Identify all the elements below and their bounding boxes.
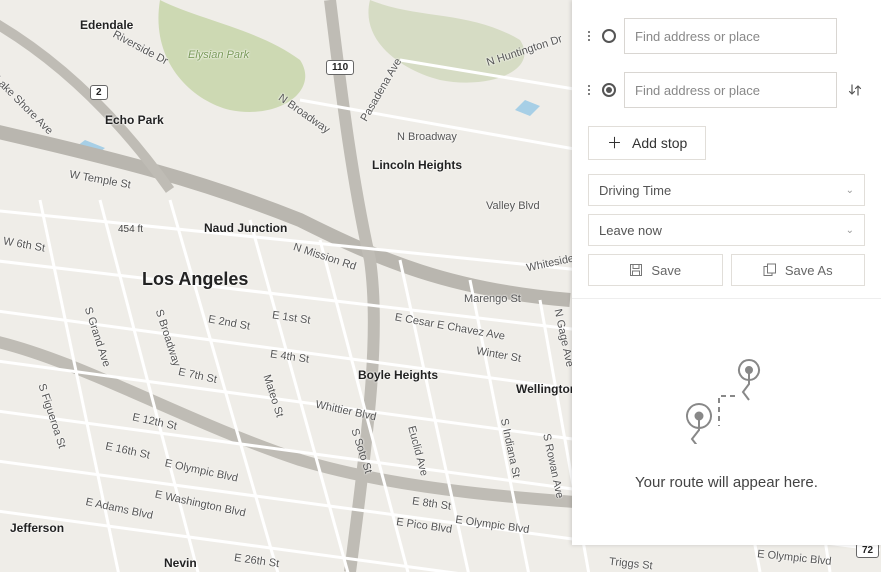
destination-input[interactable] <box>624 72 837 108</box>
chevron-down-icon: ⌄ <box>846 225 854 236</box>
save-as-button[interactable]: Save As <box>731 254 866 286</box>
area-edendale: Edendale <box>80 18 133 32</box>
chevron-down-icon: ⌄ <box>846 185 854 196</box>
area-naud-junction: Naud Junction <box>204 221 287 235</box>
area-echo-park: Echo Park <box>105 113 164 127</box>
swap-stops-button[interactable] <box>845 80 865 100</box>
origin-input[interactable] <box>624 18 837 54</box>
travel-mode-select[interactable]: Driving Time ⌄ <box>588 174 865 206</box>
area-nevin: Nevin <box>164 556 197 570</box>
area-jefferson: Jefferson <box>10 521 64 535</box>
city-label: Los Angeles <box>142 269 248 290</box>
drag-handle-icon[interactable] <box>588 31 594 41</box>
st-marengo: Marengo St <box>464 293 521 305</box>
area-boyle-heights: Boyle Heights <box>358 368 438 382</box>
elevation-label: 454 ft <box>118 224 143 235</box>
depart-time-select[interactable]: Leave now ⌄ <box>588 214 865 246</box>
travel-mode-value: Driving Time <box>599 183 671 198</box>
stop-origin-row <box>588 18 865 54</box>
panel-inputs: ＋ Add stop Driving Time ⌄ Leave now ⌄ Sa… <box>572 0 881 299</box>
st-valley: Valley Blvd <box>486 200 540 212</box>
shield-110: 110 <box>326 60 354 75</box>
depart-time-value: Leave now <box>599 223 662 238</box>
park-elysian: Elysian Park <box>188 49 249 61</box>
area-lincoln-heights: Lincoln Heights <box>372 158 462 172</box>
stop-destination-row <box>588 72 865 108</box>
drag-handle-icon[interactable] <box>588 85 594 95</box>
shield-2: 2 <box>90 85 108 100</box>
save-as-label: Save As <box>785 263 833 278</box>
route-placeholder-icon <box>677 354 777 444</box>
directions-panel: ＋ Add stop Driving Time ⌄ Leave now ⌄ Sa… <box>572 0 881 545</box>
save-icon <box>629 263 643 277</box>
route-preview-area: Your route will appear here. <box>572 299 881 545</box>
plus-icon: ＋ <box>607 136 622 151</box>
save-buttons-row: Save Save As <box>588 254 865 286</box>
destination-circle-icon <box>602 83 616 97</box>
save-label: Save <box>651 263 681 278</box>
shield-72: 72 <box>856 543 879 558</box>
origin-circle-icon <box>602 29 616 43</box>
route-placeholder-text: Your route will appear here. <box>635 474 818 491</box>
add-stop-label: Add stop <box>632 135 687 151</box>
save-button[interactable]: Save <box>588 254 723 286</box>
swap-arrows-icon <box>847 82 863 98</box>
save-as-icon <box>763 263 777 277</box>
st-n-broadway: N Broadway <box>397 131 457 143</box>
add-stop-button[interactable]: ＋ Add stop <box>588 126 706 160</box>
